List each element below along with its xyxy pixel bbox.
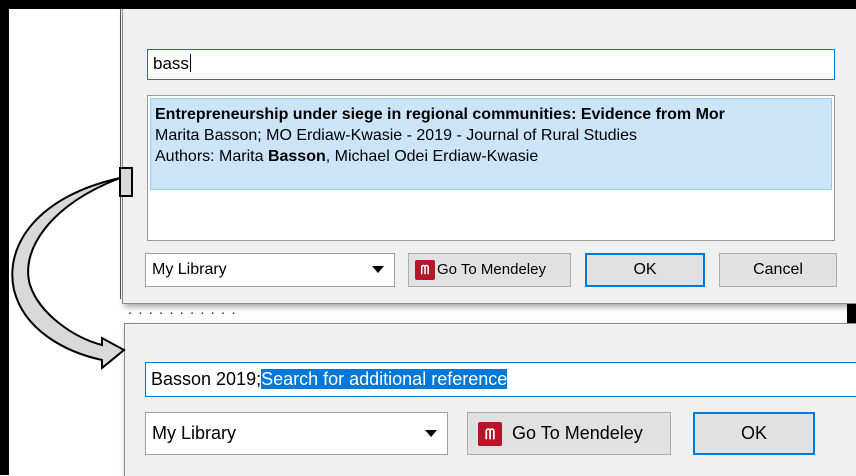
curved-arrow-tail xyxy=(119,167,133,197)
curved-arrow-icon xyxy=(11,167,133,371)
curved-arrow-shape xyxy=(11,177,126,371)
